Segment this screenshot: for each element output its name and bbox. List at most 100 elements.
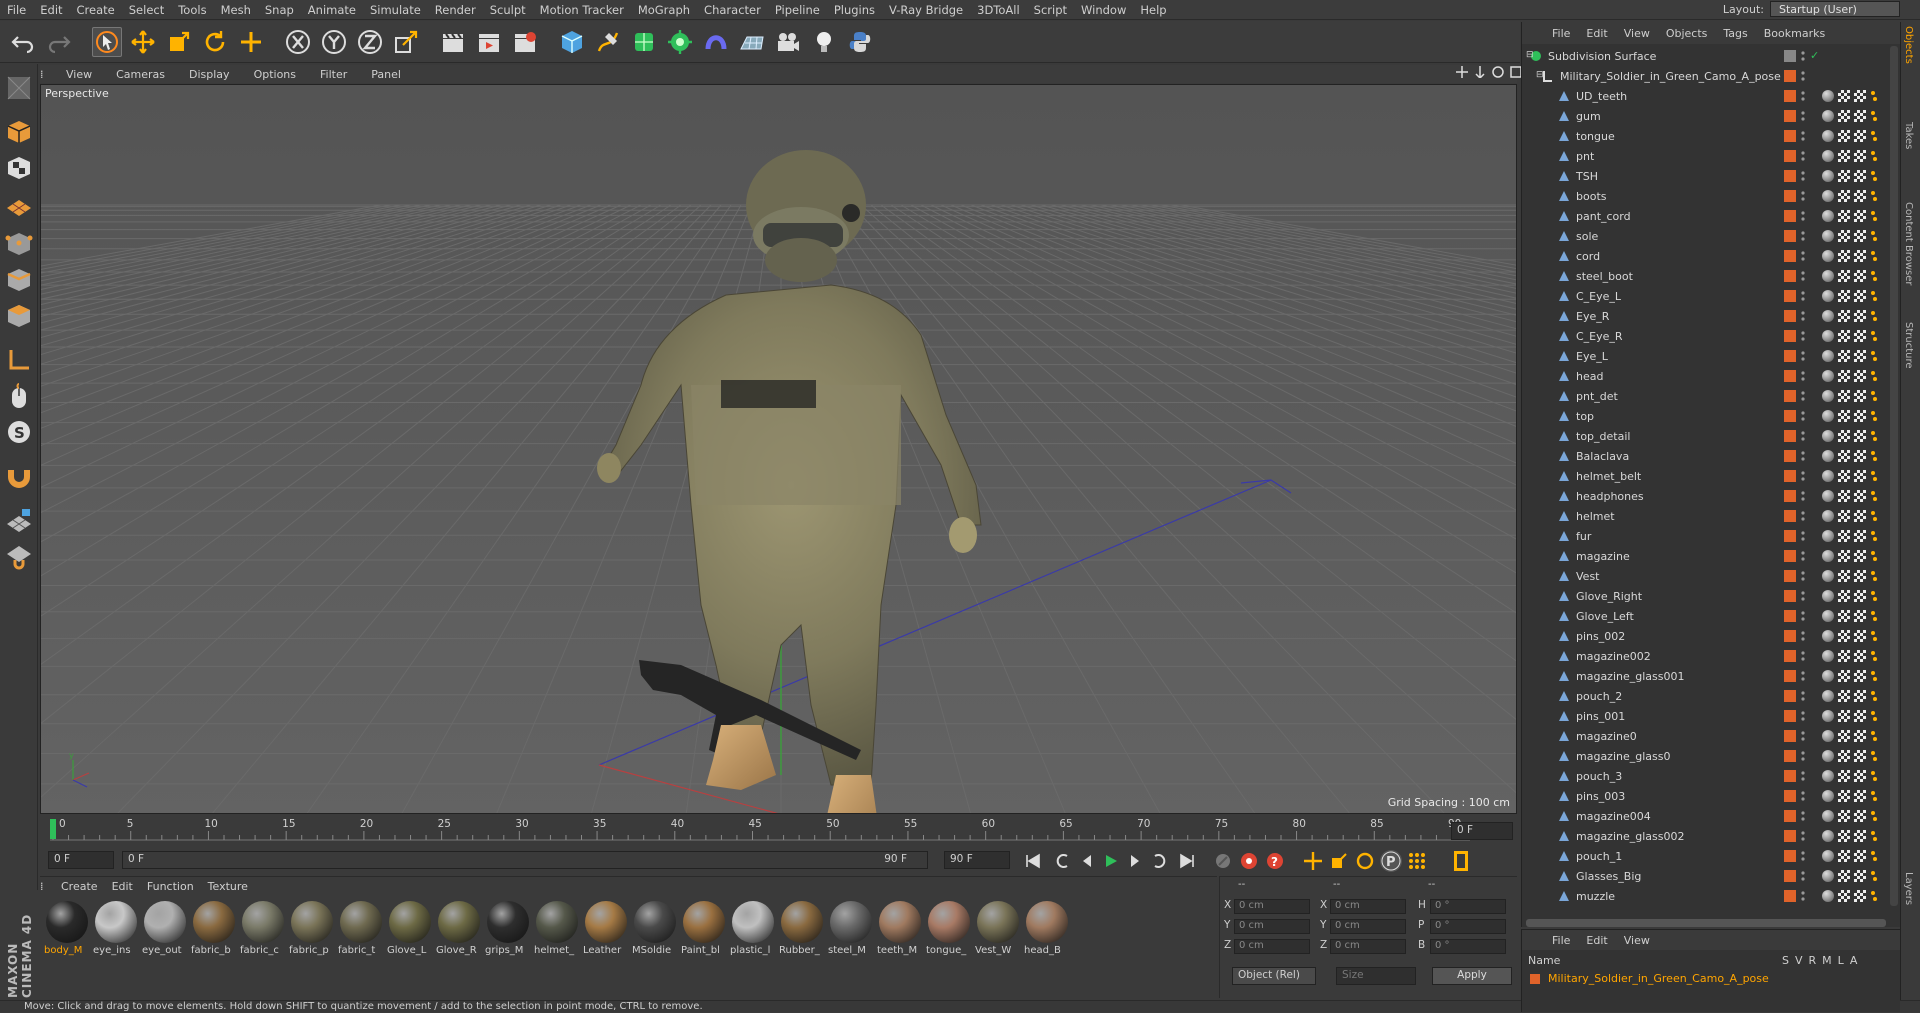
object-row[interactable]: pnt_det [1522, 386, 1901, 406]
rotation-h-field[interactable]: 0 ° [1430, 899, 1506, 914]
material-tag-icon[interactable] [1822, 470, 1834, 482]
rotation-p-field[interactable]: 0 ° [1430, 919, 1506, 934]
menu-snap[interactable]: Snap [258, 3, 301, 17]
frame-range-slider[interactable]: 0 F 90 F [122, 851, 928, 869]
scale-tool-button[interactable] [164, 27, 194, 57]
object-row[interactable]: gum [1522, 106, 1901, 126]
autokey-button[interactable]: ? [1264, 850, 1286, 872]
layer-color-swatch[interactable] [1784, 470, 1796, 482]
phong-tag-icon[interactable] [1870, 350, 1878, 362]
visibility-dots[interactable] [1800, 530, 1806, 542]
point-mode-button[interactable] [3, 228, 35, 260]
uvw-tag-icon[interactable] [1854, 690, 1866, 702]
render-view-button[interactable] [438, 27, 468, 57]
texture-tag-icon[interactable] [1838, 250, 1850, 262]
layer-color-swatch[interactable] [1784, 630, 1796, 642]
uvw-tag-icon[interactable] [1854, 450, 1866, 462]
motion-path-button[interactable] [1212, 850, 1234, 872]
visibility-dots[interactable] [1800, 690, 1806, 702]
layer-color-swatch[interactable] [1784, 270, 1796, 282]
material-tag-icon[interactable] [1822, 850, 1834, 862]
end-frame-field[interactable]: 0 F [1451, 822, 1513, 840]
texture-tag-icon[interactable] [1838, 570, 1850, 582]
subdivision-button[interactable] [629, 27, 659, 57]
material-swatch[interactable]: teeth_M [877, 901, 923, 961]
material-tag-icon[interactable] [1822, 210, 1834, 222]
texture-tag-icon[interactable] [1838, 370, 1850, 382]
material-tag-icon[interactable] [1822, 230, 1834, 242]
visibility-dots[interactable] [1800, 370, 1806, 382]
visibility-dots[interactable] [1800, 510, 1806, 522]
object-row[interactable]: steel_boot [1522, 266, 1901, 286]
texture-tag-icon[interactable] [1838, 550, 1850, 562]
menu-tools[interactable]: Tools [171, 3, 213, 17]
lock-workplane-button[interactable] [3, 504, 35, 536]
visibility-dots[interactable] [1800, 190, 1806, 202]
material-swatch[interactable]: head_B [1024, 901, 1070, 961]
material-tag-icon[interactable] [1822, 670, 1834, 682]
material-swatch[interactable]: MSoldie [632, 901, 678, 961]
edge-mode-button[interactable] [3, 264, 35, 296]
menu-character[interactable]: Character [697, 3, 768, 17]
menu-animate[interactable]: Animate [301, 3, 363, 17]
phong-tag-icon[interactable] [1870, 710, 1878, 722]
uvw-tag-icon[interactable] [1854, 790, 1866, 802]
object-row[interactable]: sole [1522, 226, 1901, 246]
layout-selector[interactable]: Layout: Startup (User) [1723, 1, 1900, 17]
position-y-field[interactable]: 0 cm [1234, 919, 1310, 934]
phong-tag-icon[interactable] [1870, 810, 1878, 822]
layer-color-swatch[interactable] [1784, 110, 1796, 122]
pan-icon[interactable] [1456, 66, 1468, 78]
texture-tag-icon[interactable] [1838, 310, 1850, 322]
phong-tag-icon[interactable] [1870, 750, 1878, 762]
python-button[interactable] [845, 27, 875, 57]
uvw-tag-icon[interactable] [1854, 750, 1866, 762]
material-swatch[interactable]: Glove_L [387, 901, 433, 961]
object-row[interactable]: helmet_belt [1522, 466, 1901, 486]
menu-window[interactable]: Window [1074, 3, 1133, 17]
material-tag-icon[interactable] [1822, 370, 1834, 382]
layer-color-swatch[interactable] [1784, 870, 1796, 882]
tab-objects[interactable]: Objects [1903, 26, 1914, 64]
menu-3dtoall[interactable]: 3DToAll [970, 3, 1027, 17]
material-tag-icon[interactable] [1822, 770, 1834, 782]
material-swatch[interactable]: tongue_ [926, 901, 972, 961]
layer-menu-file[interactable]: File [1544, 934, 1578, 947]
size-x-field[interactable]: 0 cm [1330, 899, 1406, 914]
object-menu-tags[interactable]: Tags [1715, 27, 1755, 40]
viewport-menu-cameras[interactable]: Cameras [104, 68, 177, 81]
timeline-window-button[interactable] [1450, 850, 1472, 872]
menu-mesh[interactable]: Mesh [214, 3, 258, 17]
timeline-ruler[interactable]: 051015202530354045505560657075808590 0 F [40, 816, 1517, 846]
phong-tag-icon[interactable] [1870, 850, 1878, 862]
visibility-dots[interactable] [1800, 130, 1806, 142]
menu-help[interactable]: Help [1133, 3, 1173, 17]
uvw-tag-icon[interactable] [1854, 390, 1866, 402]
visibility-dots[interactable] [1800, 270, 1806, 282]
object-menu-view[interactable]: View [1616, 27, 1658, 40]
layer-color-swatch[interactable] [1784, 350, 1796, 362]
uvw-tag-icon[interactable] [1854, 350, 1866, 362]
texture-tag-icon[interactable] [1838, 850, 1850, 862]
layer-color-swatch[interactable] [1784, 650, 1796, 662]
layer-color-swatch[interactable] [1784, 590, 1796, 602]
texture-tag-icon[interactable] [1838, 210, 1850, 222]
layer-color-swatch[interactable] [1784, 170, 1796, 182]
phong-tag-icon[interactable] [1870, 290, 1878, 302]
uvw-tag-icon[interactable] [1854, 430, 1866, 442]
material-tag-icon[interactable] [1822, 350, 1834, 362]
zoom-icon[interactable] [1474, 66, 1486, 78]
uvw-tag-icon[interactable] [1854, 250, 1866, 262]
material-swatch[interactable]: plastic_l [730, 901, 776, 961]
size-mode-dropdown[interactable]: Size [1336, 967, 1416, 985]
uvw-tag-icon[interactable] [1854, 710, 1866, 722]
visibility-dots[interactable] [1800, 570, 1806, 582]
visibility-dots[interactable] [1800, 310, 1806, 322]
tab-content-browser[interactable]: Content Browser [1903, 202, 1914, 285]
object-menu-bookmarks[interactable]: Bookmarks [1756, 27, 1833, 40]
object-row[interactable]: fur [1522, 526, 1901, 546]
texture-tag-icon[interactable] [1838, 730, 1850, 742]
texture-tag-icon[interactable] [1838, 130, 1850, 142]
material-tag-icon[interactable] [1822, 730, 1834, 742]
texture-tag-icon[interactable] [1838, 510, 1850, 522]
